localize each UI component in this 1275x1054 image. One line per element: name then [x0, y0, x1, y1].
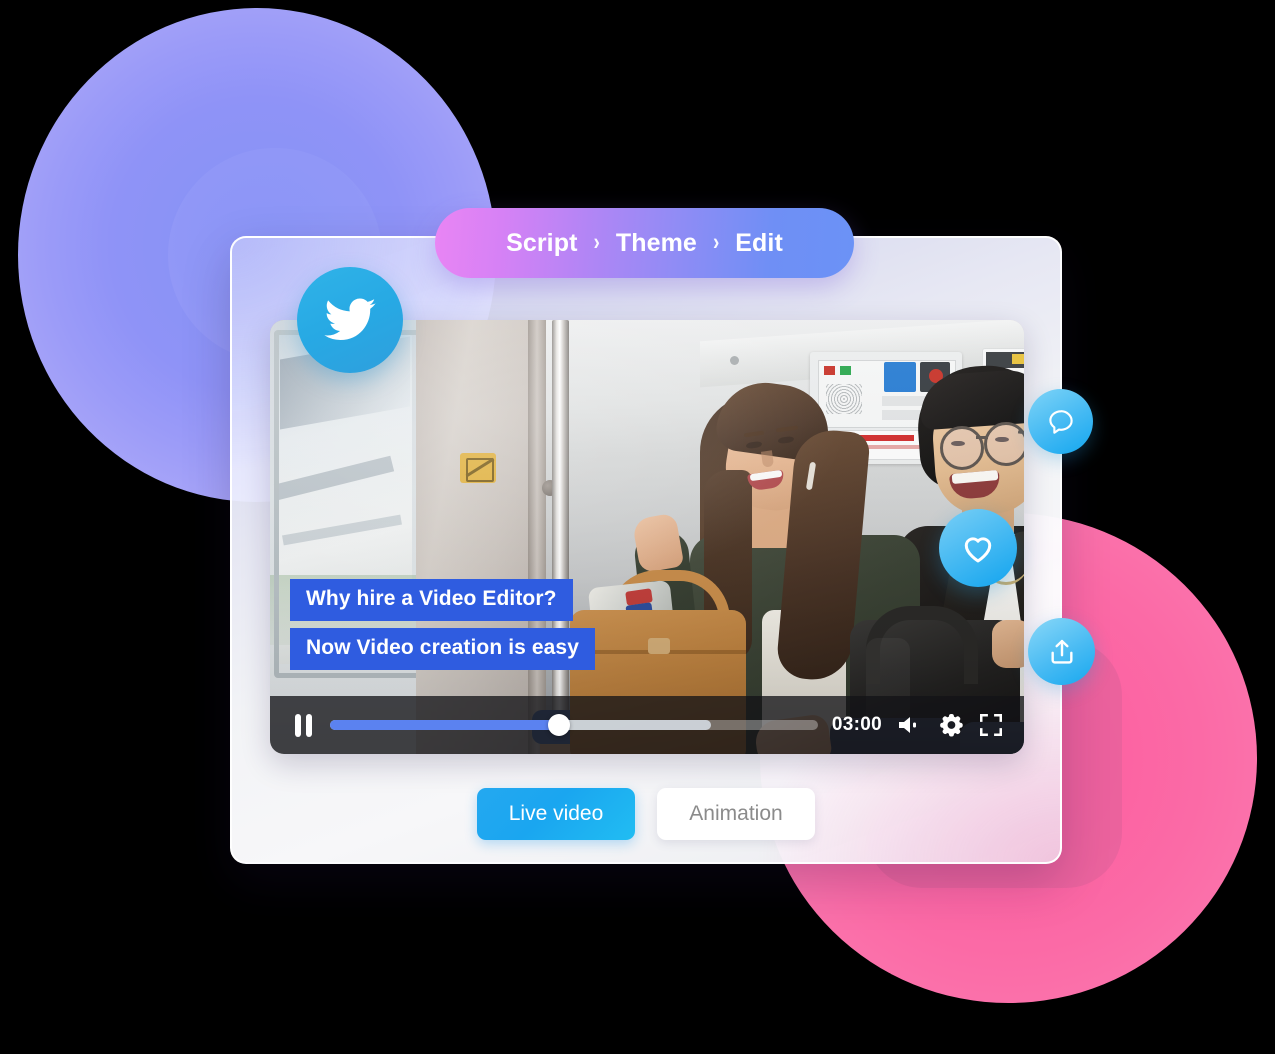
video-player[interactable]: Why hire a Video Editor? Now Video creat…: [270, 320, 1024, 754]
breadcrumb-step-script[interactable]: Script: [506, 229, 577, 258]
mode-button-live-video[interactable]: Live video: [477, 788, 635, 840]
chevron-right-icon-1: ›: [593, 229, 600, 256]
breadcrumb-step-theme[interactable]: Theme: [616, 229, 697, 258]
video-scene-image: [270, 320, 1024, 754]
caption-line-2: Now Video creation is easy: [290, 628, 595, 670]
twitter-icon: [324, 298, 376, 341]
scene-root: Why hire a Video Editor? Now Video creat…: [0, 0, 1275, 1054]
pause-button[interactable]: [290, 712, 316, 738]
twitter-share-button[interactable]: [297, 267, 403, 373]
upload-icon: [1050, 639, 1073, 664]
heart-icon: [964, 537, 992, 563]
mode-button-animation[interactable]: Animation: [657, 788, 815, 840]
comment-button[interactable]: [1028, 389, 1093, 454]
share-upload-button[interactable]: [1028, 618, 1095, 685]
time-display: 03:00: [831, 714, 882, 735]
breadcrumb-step-edit[interactable]: Edit: [735, 229, 783, 258]
like-button[interactable]: [939, 509, 1017, 587]
video-mode-toggle-group: Live video Animation: [232, 788, 1060, 840]
pause-icon-bar-right: [305, 713, 312, 737]
progress-played: [330, 720, 560, 730]
volume-button[interactable]: [896, 713, 924, 737]
chevron-right-icon-2: ›: [712, 229, 720, 256]
comment-icon: [1048, 409, 1073, 434]
caption-overlay: Why hire a Video Editor? Now Video creat…: [290, 579, 595, 670]
progress-scrubber-handle[interactable]: [548, 714, 571, 736]
pause-icon-bar-left: [294, 713, 301, 737]
breadcrumb: Script › Theme › Edit: [435, 208, 854, 278]
video-controls-bar: 03:00: [270, 696, 1024, 754]
fullscreen-button[interactable]: [978, 712, 1004, 738]
settings-gear-button[interactable]: [938, 712, 964, 738]
progress-bar[interactable]: [330, 714, 818, 736]
caption-line-1: Why hire a Video Editor?: [290, 579, 573, 621]
